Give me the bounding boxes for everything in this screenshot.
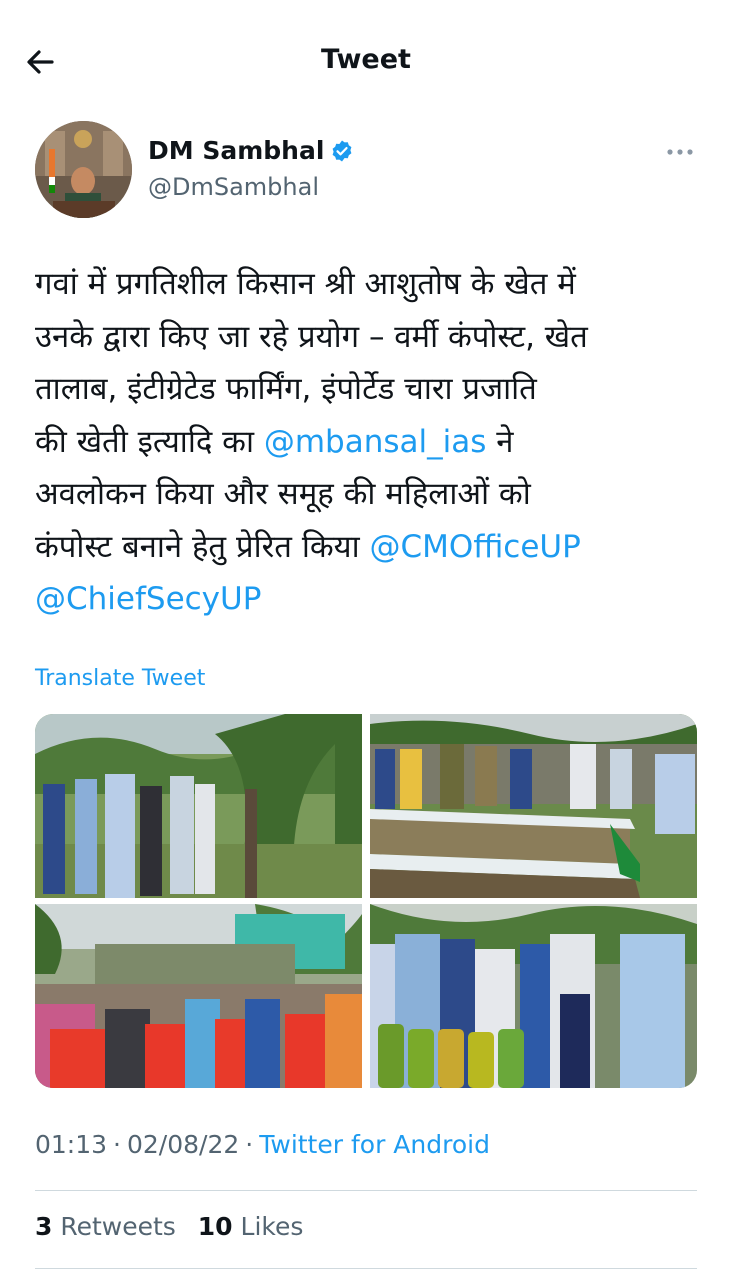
likes-label: Likes: [240, 1212, 304, 1241]
tweet-line: गवां में प्रगतिशील किसान श्री आशुतोष के …: [35, 266, 576, 302]
tweet-line: ने: [486, 423, 514, 460]
tweet-time: 01:13: [35, 1130, 108, 1159]
translate-tweet-link[interactable]: Translate Tweet: [35, 666, 205, 691]
tweet-line: की खेती इत्यादि का: [35, 423, 264, 460]
photo-3[interactable]: [35, 904, 362, 1088]
mention-link-cmoffice[interactable]: @CMOfficeUP: [370, 529, 581, 565]
divider: [35, 1268, 697, 1269]
media-grid: [35, 714, 697, 1088]
retweets-stat[interactable]: 3 Retweets: [35, 1212, 176, 1241]
tweet-meta: 01:13 · 02/08/22 · Twitter for Android: [35, 1130, 490, 1159]
more-options-button[interactable]: [662, 140, 698, 164]
tweet-line: तालाब, इंटीग्रेटेड फार्मिंग, इंपोर्टेड च…: [35, 371, 537, 407]
author-handle[interactable]: @DmSambhal: [148, 173, 319, 201]
mention-link-mbansal[interactable]: @mbansal_ias: [264, 424, 487, 460]
divider: [35, 1190, 697, 1191]
mention-link-chiefsecy[interactable]: @ChiefSecyUP: [35, 581, 261, 617]
photo-2[interactable]: [370, 714, 697, 898]
tweet-line: उनके द्वारा किए जा रहे प्रयोग – वर्मी कं…: [35, 318, 588, 355]
photo-1[interactable]: [35, 714, 362, 898]
tweet-line: कंपोस्ट बनाने हेतु प्रेरित किया: [35, 528, 370, 565]
tweet-stats: 3 Retweets 10 Likes: [35, 1212, 317, 1241]
tweet-date: 02/08/22: [127, 1130, 240, 1159]
author-name[interactable]: DM Sambhal: [148, 136, 324, 165]
top-bar: Tweet: [0, 0, 732, 120]
separator: ·: [245, 1130, 254, 1159]
tweet-text: गवां में प्रगतिशील किसान श्री आशुतोष के …: [35, 258, 705, 626]
page-title: Tweet: [321, 44, 411, 75]
tweet-line: अवलोकन किया और समूह की महिलाओं को: [35, 476, 531, 512]
retweets-count: 3: [35, 1212, 53, 1241]
separator: ·: [113, 1130, 121, 1159]
photo-4[interactable]: [370, 904, 697, 1088]
author-name-row: DM Sambhal: [148, 136, 354, 165]
retweets-label: Retweets: [60, 1212, 176, 1241]
likes-count: 10: [197, 1212, 233, 1241]
tweet-source-link[interactable]: Twitter for Android: [259, 1130, 490, 1159]
likes-stat[interactable]: 10 Likes: [198, 1212, 304, 1241]
avatar[interactable]: [35, 121, 132, 218]
more-horizontal-icon: [667, 149, 693, 155]
verified-badge-icon: [333, 140, 352, 161]
